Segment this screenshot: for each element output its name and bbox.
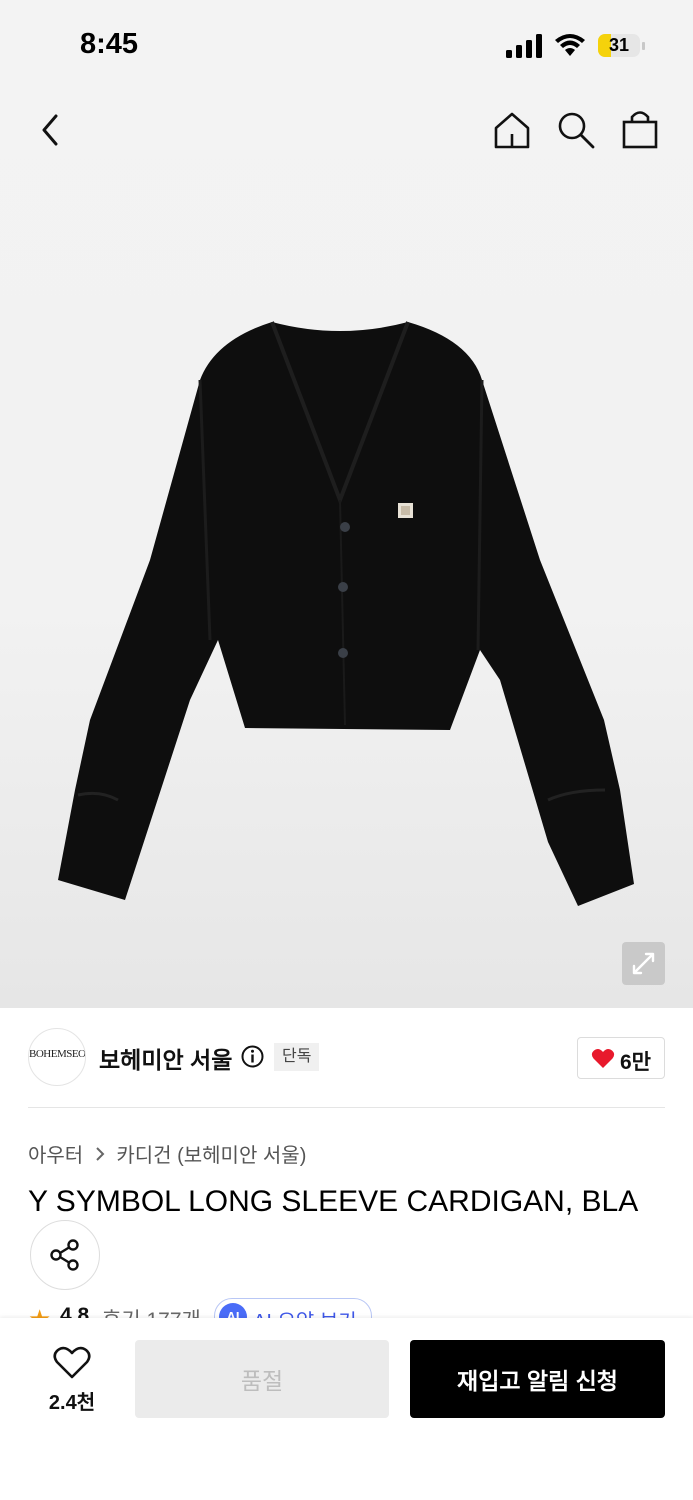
brand-like-button[interactable]: 6만 <box>577 1037 665 1079</box>
wifi-icon <box>555 34 585 56</box>
home-icon[interactable] <box>492 110 532 150</box>
heart-filled-icon <box>591 1049 615 1068</box>
exclusive-badge: 단독 <box>274 1043 320 1071</box>
expand-image-button[interactable] <box>622 942 665 985</box>
status-time: 8:45 <box>80 28 139 60</box>
search-icon[interactable] <box>556 110 596 150</box>
wishlist-count: 2.4천 <box>48 1392 96 1414</box>
battery-level: 31 <box>608 35 630 55</box>
brand-logo[interactable]: BOHEMSEO <box>28 1028 86 1086</box>
breadcrumb: 아우터 카디건 (보헤미안 서울) <box>28 1139 306 1168</box>
share-button[interactable] <box>30 1220 100 1290</box>
brand-name[interactable]: 보헤미안 서울 <box>99 1041 232 1075</box>
breadcrumb-item-category[interactable]: 카디건 (보헤미안 서울) <box>116 1145 306 1167</box>
product-image[interactable] <box>0 0 693 1008</box>
brand-like-count: 6만 <box>620 1051 651 1074</box>
share-icon <box>50 1239 79 1271</box>
expand-icon <box>632 952 655 975</box>
wishlist-button[interactable]: 2.4천 <box>40 1340 104 1414</box>
status-bar: 8:45 31 <box>0 0 693 92</box>
breadcrumb-item-outer[interactable]: 아우터 <box>28 1145 83 1167</box>
battery-indicator: 31 <box>598 34 646 58</box>
cellular-signal-icon <box>506 34 542 58</box>
chevron-right-icon <box>95 1145 105 1168</box>
restock-alert-button[interactable]: 재입고 알림 신청 <box>410 1340 665 1418</box>
brand-logo-text: BOHEMSEO <box>29 1048 86 1060</box>
info-icon[interactable] <box>241 1045 264 1068</box>
heart-outline-icon <box>53 1346 91 1379</box>
product-title: Y SYMBOL LONG SLEEVE CARDIGAN, BLA <box>28 1185 639 1218</box>
chevron-left-icon[interactable] <box>36 112 66 148</box>
product-image-area <box>0 0 693 1008</box>
divider <box>28 1107 665 1108</box>
shopping-bag-icon[interactable] <box>621 108 659 150</box>
soldout-button[interactable]: 품절 <box>135 1340 389 1418</box>
